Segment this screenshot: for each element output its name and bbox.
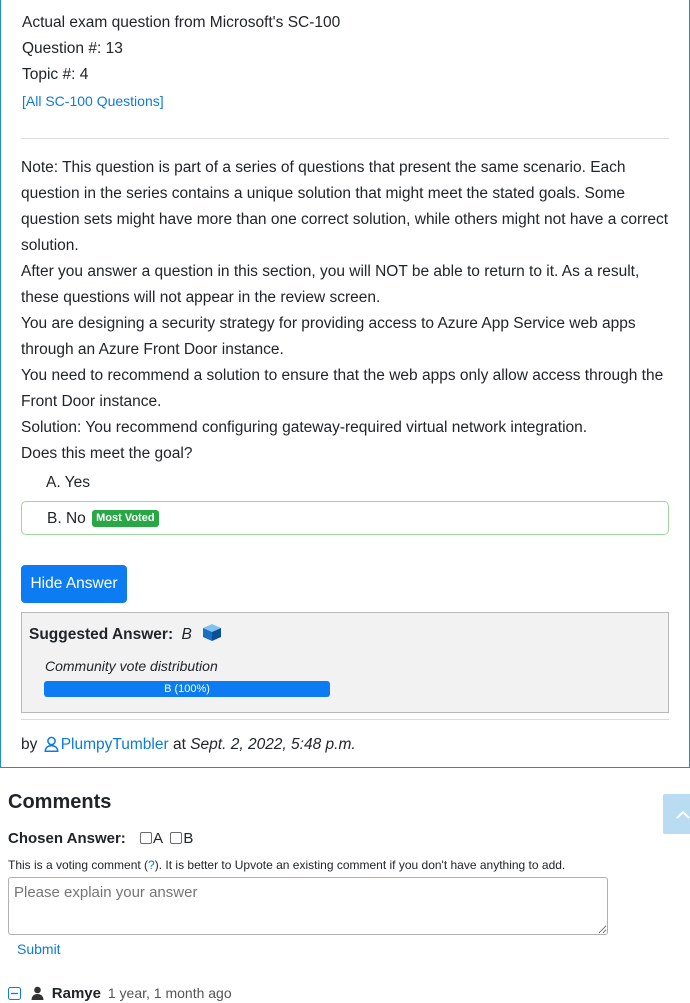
comment-time: 1 year, 1 month ago xyxy=(107,985,232,1001)
checkbox-a[interactable] xyxy=(139,832,152,844)
chosen-answer-label: Chosen Answer: xyxy=(8,830,126,847)
choice-a[interactable]: A. Yes xyxy=(21,466,669,500)
question-body: Note: This question is part of a series … xyxy=(21,155,671,467)
most-voted-badge: Most Voted xyxy=(92,510,159,528)
voting-help-link[interactable]: ? xyxy=(148,858,155,872)
answer-panel: Suggested Answer: B Community vote distr… xyxy=(21,612,669,713)
exam-source: Actual exam question from Microsoft's SC… xyxy=(22,14,341,31)
comment-author[interactable]: Ramye xyxy=(52,985,101,1002)
hide-answer-button[interactable]: Hide Answer xyxy=(21,565,127,603)
user-icon xyxy=(44,736,59,757)
vote-bar-fill: B (100%) xyxy=(44,681,330,697)
question-paragraph: Solution: You recommend configuring gate… xyxy=(21,419,588,436)
post-date: Sept. 2, 2022, 5:48 p.m. xyxy=(190,736,356,753)
chevron-up-icon xyxy=(676,810,690,819)
comments-heading: Comments xyxy=(8,791,112,813)
question-paragraph: You need to recommend a solution to ensu… xyxy=(21,367,664,410)
comment-textarea[interactable] xyxy=(8,877,608,935)
community-vote-label: Community vote distribution xyxy=(45,658,218,674)
suggested-answer: Suggested Answer: B xyxy=(29,623,222,647)
suggested-answer-label: Suggested Answer: xyxy=(29,626,174,643)
at-text: at xyxy=(172,736,186,753)
question-paragraph: Note: This question is part of a series … xyxy=(21,159,669,254)
voting-note-text: This is a voting comment ( xyxy=(8,858,149,872)
question-number: Question #: 13 xyxy=(22,40,123,57)
user-icon xyxy=(31,986,44,1003)
question-paragraph: Does this meet the goal? xyxy=(21,445,193,462)
checkbox-b-label: B xyxy=(183,830,194,847)
scroll-to-top-button[interactable] xyxy=(663,794,690,834)
submit-button[interactable]: Submit xyxy=(17,941,61,957)
question-meta: Actual exam question from Microsoft's SC… xyxy=(22,10,340,114)
comment-header: Ramye 1 year, 1 month ago xyxy=(8,985,232,1003)
all-questions-link[interactable]: [All SC-100 Questions] xyxy=(22,93,164,109)
collapse-toggle-icon[interactable] xyxy=(8,987,21,1003)
chosen-answer-row: Chosen Answer: A B xyxy=(8,830,193,847)
question-paragraph: After you answer a question in this sect… xyxy=(21,263,640,306)
checkbox-b[interactable] xyxy=(170,832,183,844)
divider xyxy=(21,138,669,139)
voting-note: This is a voting comment (?). It is bett… xyxy=(8,858,565,872)
divider xyxy=(21,719,669,720)
cube-icon[interactable] xyxy=(202,623,222,647)
byline: by PlumpyTumbler at Sept. 2, 2022, 5:48 … xyxy=(21,736,356,757)
voting-note-text: ). It is better to Upvote an existing co… xyxy=(154,858,566,872)
vote-distribution-bar: B (100%) xyxy=(44,681,330,697)
choice-b-label: B. No xyxy=(47,510,86,527)
question-paragraph: You are designing a security strategy fo… xyxy=(21,315,636,358)
author-link[interactable]: PlumpyTumbler xyxy=(61,736,169,753)
topic-number: Topic #: 4 xyxy=(22,66,89,83)
by-text: by xyxy=(21,736,38,753)
suggested-answer-value: B xyxy=(181,626,192,643)
choice-b[interactable]: B. No Most Voted xyxy=(21,501,669,535)
checkbox-a-label: A xyxy=(152,830,163,847)
choice-a-label: A. Yes xyxy=(46,474,90,491)
